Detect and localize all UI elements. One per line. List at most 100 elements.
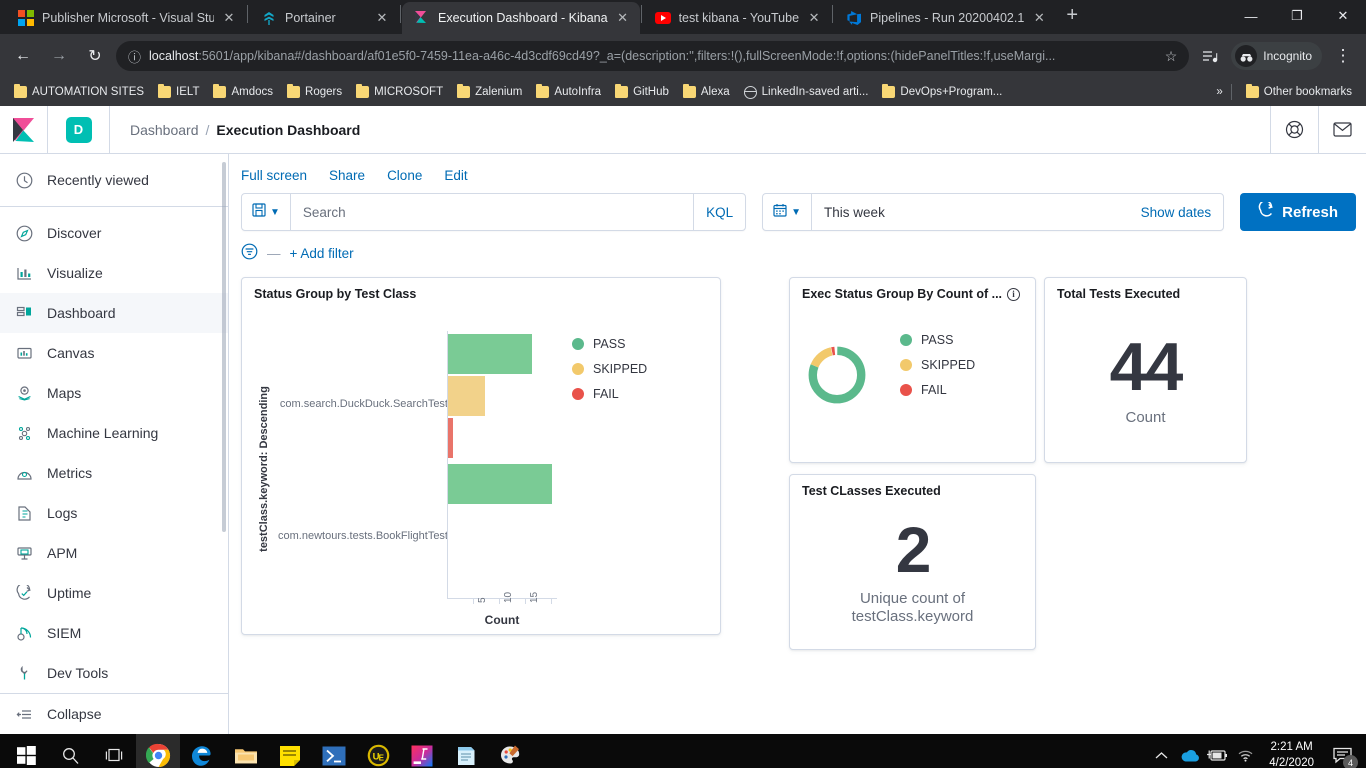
bookmark-item[interactable]: DevOps+Program...: [876, 83, 1008, 101]
site-info-icon[interactable]: ⓘ: [128, 47, 141, 66]
paint-icon[interactable]: [488, 734, 532, 768]
maximize-icon[interactable]: ❐: [1274, 0, 1320, 32]
clock[interactable]: 2:21 AM 4/2/2020: [1259, 740, 1324, 768]
sidebar-item-canvas[interactable]: Canvas: [0, 333, 228, 373]
search-input[interactable]: Search: [291, 205, 693, 220]
sidebar-item-dashboard[interactable]: Dashboard: [0, 293, 228, 333]
sidebar-item-apm[interactable]: APM: [0, 533, 228, 573]
bookmark-item[interactable]: GitHub: [609, 83, 675, 101]
back-icon[interactable]: ←: [8, 41, 38, 71]
sidebar-collapse-button[interactable]: Collapse: [0, 694, 228, 734]
date-quick-select-button[interactable]: ▼: [763, 194, 812, 230]
bar-pass-bookflighttest[interactable]: [448, 464, 552, 504]
intellij-idea-icon[interactable]: [400, 734, 444, 768]
chrome-menu-icon[interactable]: ⋮: [1328, 41, 1358, 71]
bookmark-item[interactable]: Zalenium: [451, 83, 528, 101]
new-tab-button[interactable]: +: [1056, 5, 1088, 29]
forward-icon[interactable]: →: [44, 41, 74, 71]
sidebar-item-dev-tools[interactable]: Dev Tools: [0, 653, 228, 693]
bar-fail-searchtest[interactable]: [448, 418, 453, 458]
show-dates-button[interactable]: Show dates: [1129, 205, 1224, 220]
bookmark-item[interactable]: AutoInfra: [530, 83, 607, 101]
onedrive-icon[interactable]: [1175, 734, 1203, 768]
bookmark-item[interactable]: LinkedIn-saved arti...: [738, 83, 875, 102]
close-icon[interactable]: ✕: [1032, 10, 1046, 26]
chrome-icon[interactable]: [136, 734, 180, 768]
reload-icon[interactable]: ↻: [80, 41, 110, 71]
legend-item-fail[interactable]: FAIL: [900, 383, 975, 397]
sidebar-item-recently-viewed[interactable]: Recently viewed: [0, 160, 228, 200]
sidebar-scrollbar[interactable]: [222, 162, 226, 532]
sidebar-item-visualize[interactable]: Visualize: [0, 253, 228, 293]
bookmark-item[interactable]: Amdocs: [207, 83, 279, 101]
profile-chip[interactable]: Incognito: [1231, 42, 1322, 70]
info-icon[interactable]: i: [1007, 288, 1020, 301]
legend-item-pass[interactable]: PASS: [900, 333, 975, 347]
bookmark-item[interactable]: Rogers: [281, 83, 348, 101]
file-explorer-icon[interactable]: [224, 734, 268, 768]
saved-query-button[interactable]: ▼: [242, 194, 291, 230]
legend-item-pass[interactable]: PASS: [572, 337, 647, 351]
bar-skipped-searchtest[interactable]: [448, 376, 485, 416]
donut-svg[interactable]: [805, 343, 869, 407]
sidebar-item-logs[interactable]: Logs: [0, 493, 228, 533]
ultraedit-icon[interactable]: UE: [356, 734, 400, 768]
browser-tab-active[interactable]: Execution Dashboard - Kibana ✕: [402, 2, 640, 34]
edge-icon[interactable]: [180, 734, 224, 768]
browser-tab[interactable]: Publisher Microsoft - Visual Stu ✕: [6, 2, 246, 34]
breadcrumb-dashboard[interactable]: Dashboard: [130, 122, 199, 138]
start-icon[interactable]: [4, 734, 48, 768]
query-language-button[interactable]: KQL: [693, 194, 745, 230]
sidebar-item-maps[interactable]: Maps: [0, 373, 228, 413]
bookmark-item[interactable]: IELT: [152, 83, 205, 101]
battery-charging-icon[interactable]: [1203, 734, 1231, 768]
full-screen-button[interactable]: Full screen: [241, 168, 307, 183]
sidebar-item-machine-learning[interactable]: Machine Learning: [0, 413, 228, 453]
minimize-icon[interactable]: —: [1228, 0, 1274, 32]
task-view-icon[interactable]: [92, 734, 136, 768]
legend-item-skipped[interactable]: SKIPPED: [572, 362, 647, 376]
share-button[interactable]: Share: [329, 168, 365, 183]
clone-button[interactable]: Clone: [387, 168, 422, 183]
filter-icon[interactable]: [241, 243, 258, 263]
browser-tab[interactable]: Pipelines - Run 20200402.1 ✕: [834, 2, 1056, 34]
bookmark-star-icon[interactable]: ☆: [1161, 48, 1182, 65]
close-icon[interactable]: ✕: [807, 10, 821, 26]
browser-tab[interactable]: test kibana - YouTube ✕: [643, 2, 831, 34]
kibana-logo-button[interactable]: [0, 106, 48, 154]
wifi-icon[interactable]: [1231, 734, 1259, 768]
notepad-icon[interactable]: [444, 734, 488, 768]
search-box[interactable]: ▼ Search KQL: [241, 193, 746, 231]
notifications-button[interactable]: 4: [1324, 734, 1362, 768]
media-controls-icon[interactable]: [1195, 41, 1225, 71]
sticky-notes-icon[interactable]: [268, 734, 312, 768]
close-icon[interactable]: ✕: [375, 10, 389, 26]
bookmark-item[interactable]: Alexa: [677, 83, 736, 101]
sidebar-item-siem[interactable]: SIEM: [0, 613, 228, 653]
help-icon[interactable]: [1270, 106, 1318, 154]
bookmark-item[interactable]: AUTOMATION SITES: [8, 83, 150, 101]
address-bar[interactable]: ⓘ localhost:5601/app/kibana#/dashboard/a…: [116, 41, 1189, 71]
bar-pass-searchtest[interactable]: [448, 334, 532, 374]
bookmarks-overflow-icon[interactable]: »: [1216, 86, 1222, 98]
browser-tab[interactable]: Portainer ✕: [249, 2, 399, 34]
edit-button[interactable]: Edit: [444, 168, 467, 183]
space-selector[interactable]: D: [48, 106, 110, 154]
tray-expand-icon[interactable]: [1147, 734, 1175, 768]
sidebar-item-uptime[interactable]: Uptime: [0, 573, 228, 613]
legend-item-fail[interactable]: FAIL: [572, 387, 647, 401]
refresh-button[interactable]: Refresh: [1240, 193, 1356, 231]
close-icon[interactable]: ✕: [222, 10, 236, 26]
date-picker[interactable]: ▼ This week Show dates: [762, 193, 1224, 231]
date-range-value[interactable]: This week: [812, 205, 1129, 220]
powershell-icon[interactable]: [312, 734, 356, 768]
search-icon[interactable]: [48, 734, 92, 768]
legend-item-skipped[interactable]: SKIPPED: [900, 358, 975, 372]
sidebar-item-metrics[interactable]: Metrics: [0, 453, 228, 493]
newsfeed-icon[interactable]: [1318, 106, 1366, 154]
other-bookmarks-item[interactable]: Other bookmarks: [1240, 83, 1358, 101]
bookmark-item[interactable]: MICROSOFT: [350, 83, 449, 101]
add-filter-button[interactable]: + Add filter: [290, 246, 354, 261]
sidebar-item-discover[interactable]: Discover: [0, 213, 228, 253]
close-window-icon[interactable]: ✕: [1320, 0, 1366, 32]
